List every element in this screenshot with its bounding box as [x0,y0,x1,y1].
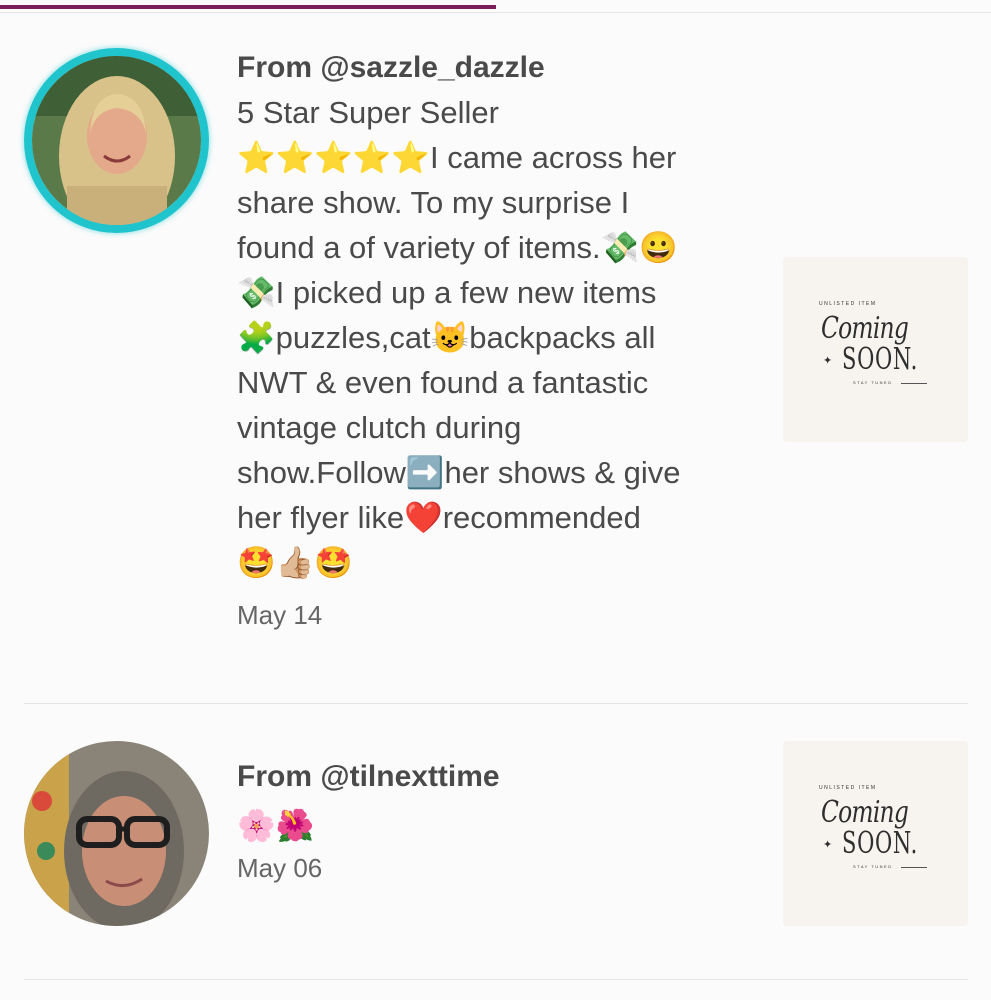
sparkle-icon: ✦ [823,354,833,367]
review-body: 🌸🌺 [237,808,315,843]
avatar-photo [24,741,209,926]
thumbnail-rule [901,383,927,384]
review-author[interactable]: From @sazzle_dazzle [237,50,757,86]
thumbnail-coming-text: Coming [821,795,909,830]
review-title: 5 Star Super Seller [237,95,499,130]
thumbnail-coming-text: Coming [821,311,909,346]
thumbnail-rule [901,867,927,868]
divider [24,979,968,980]
progress-track [0,0,991,13]
avatar[interactable] [24,741,209,926]
listing-thumbnail[interactable]: UNLISTED ITEM Coming ✦ SOON. STAY TUNED [783,257,968,442]
review-author[interactable]: From @tilnexttime [237,759,757,795]
thumbnail-tagline: STAY TUNED [853,864,893,869]
review-body: ⭐⭐⭐⭐⭐I came across her share show. To my… [237,140,681,580]
avatar[interactable] [24,48,209,233]
sparkle-icon: ✦ [823,838,833,851]
thumbnail-small-label: UNLISTED ITEM [819,785,877,791]
thumbnail-soon-text: SOON. [842,826,919,861]
review-date: May 14 [237,600,323,630]
review-date: May 06 [237,853,323,883]
listing-thumbnail[interactable]: UNLISTED ITEM Coming ✦ SOON. STAY TUNED [783,741,968,926]
thumbnail-tagline: STAY TUNED [853,380,893,385]
thumbnail-soon-text: SOON. [842,342,919,377]
divider [24,703,968,704]
avatar-photo [32,56,201,225]
thumbnail-small-label: UNLISTED ITEM [819,301,877,307]
progress-bar [0,5,496,9]
